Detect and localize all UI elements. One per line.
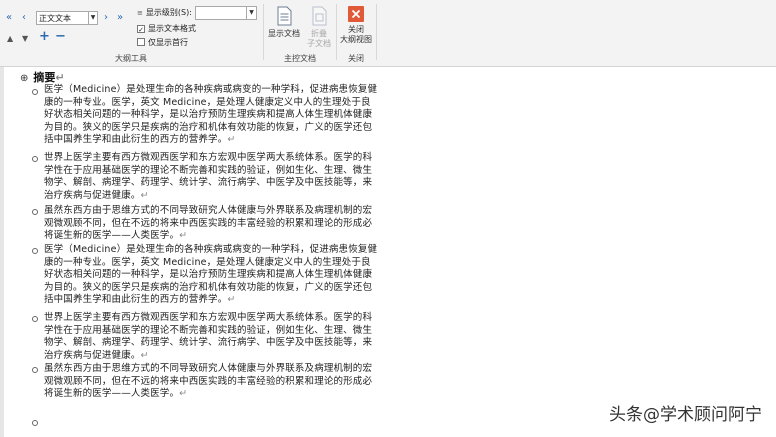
close-outline-view-label-2: 大纲视图 (340, 35, 372, 44)
show-level-icon: ≡ (137, 9, 143, 17)
paragraph-text: 虽然东西方由于思维方式的不同导致研究人体健康与外界联系及病理机制的宏观微观顾不同… (44, 363, 373, 400)
show-text-format-checkbox[interactable]: ✓ (137, 25, 145, 34)
outline-heading[interactable]: ⊕ 摘要↵ (20, 69, 65, 85)
demote-to-body-icon[interactable]: » (117, 13, 123, 23)
show-text-format-label: 显示文本格式 (148, 24, 196, 33)
promote-to-heading1-icon[interactable]: « (6, 13, 12, 23)
group-divider (376, 4, 377, 60)
paragraph-mark-icon: ↵ (140, 349, 149, 361)
empty-paragraph-bullet-icon[interactable] (32, 420, 38, 426)
chevron-down-icon[interactable]: ▼ (88, 11, 98, 25)
show-text-format-option[interactable]: ✓ 显示文本格式 (137, 24, 196, 34)
body-paragraph[interactable]: 医学（Medicine）是处理生命的各种疾病或病变的一种学科，促进病患恢复健康的… (44, 84, 380, 147)
body-paragraph[interactable]: 世界上医学主要有西方微观西医学和东方宏观中医学两大系统体系。医学的科学性在于应用… (44, 152, 380, 202)
show-document-label: 显示文档 (268, 29, 300, 38)
paragraph-mark-icon: ↵ (140, 189, 149, 201)
show-document-icon (277, 6, 292, 26)
show-first-line-label: 仅显示首行 (148, 38, 188, 47)
paragraph-mark-icon: ↵ (179, 230, 188, 242)
chevron-down-icon[interactable]: ▼ (246, 7, 256, 19)
paragraph-bullet-icon[interactable] (32, 248, 38, 254)
outline-tools-group-label: 大纲工具 (115, 54, 147, 63)
demote-icon[interactable]: › (104, 13, 108, 23)
paragraph-bullet-icon[interactable] (32, 367, 38, 373)
master-document-group: 显示文档 折叠 子文档 主控文档 (264, 0, 336, 66)
paragraph-bullet-icon[interactable] (32, 156, 38, 162)
watermark: 头条@学术顾问阿宁 (609, 405, 762, 425)
paragraph-bullet-icon[interactable] (32, 209, 38, 215)
heading-text: 摘要 (33, 71, 56, 84)
expand-heading-icon[interactable]: ⊕ (20, 73, 28, 84)
paragraph-mark-icon: ↵ (227, 134, 236, 146)
close-group-label: 关闭 (348, 54, 364, 63)
outline-level-select[interactable]: 正文文本 (36, 11, 96, 25)
show-level-option: ≡ 显示级别(S): (137, 8, 192, 18)
show-level-label: 显示级别(S): (145, 8, 192, 17)
body-paragraph[interactable]: 虽然东西方由于思维方式的不同导致研究人体健康与外界联系及病理机制的宏观微观顾不同… (44, 205, 380, 243)
close-outline-view-label: 关闭 (348, 25, 364, 34)
paragraph-text: 医学（Medicine）是处理生命的各种疾病或病变的一种学科，促进病患恢复健康的… (44, 244, 378, 306)
collapse-subdocuments-icon (312, 6, 327, 26)
show-first-line-checkbox[interactable] (137, 38, 145, 46)
close-group: 关闭 大纲视图 关闭 (337, 0, 375, 66)
body-paragraph[interactable]: 医学（Medicine）是处理生命的各种疾病或病变的一种学科，促进病患恢复健康的… (44, 244, 380, 307)
show-level-select[interactable]: ▼ (195, 6, 257, 20)
document-area[interactable]: ⊕ 摘要↵ 医学（Medicine）是处理生命的各种疾病或病变的一种学科，促进病患… (0, 67, 776, 437)
close-outline-view-button[interactable]: 关闭 大纲视图 (337, 6, 375, 45)
move-down-icon[interactable]: ▼ (22, 34, 28, 44)
move-up-icon[interactable]: ▲ (7, 34, 13, 44)
expand-icon[interactable]: + (39, 30, 50, 43)
master-document-group-label: 主控文档 (284, 54, 316, 63)
close-icon (348, 6, 364, 22)
outline-tools-group: « ‹ 正文文本 ▼ › » ▲ ▼ + − ≡ 显示级别(S): ▼ ✓ 显示文本… (0, 0, 262, 66)
paragraph-mark-icon: ↵ (55, 71, 65, 84)
page-margin (0, 67, 4, 437)
paragraph-bullet-icon[interactable] (32, 316, 38, 322)
collapse-icon[interactable]: − (55, 30, 66, 43)
paragraph-mark-icon: ↵ (179, 388, 188, 400)
collapse-subdocuments-button[interactable]: 折叠 子文档 (304, 6, 334, 49)
show-document-button[interactable]: 显示文档 (266, 6, 302, 39)
collapse-subdocuments-label: 折叠 (311, 29, 327, 38)
show-first-line-option[interactable]: 仅显示首行 (137, 38, 188, 48)
collapse-subdocuments-label-2: 子文档 (307, 39, 331, 48)
paragraph-text: 医学（Medicine）是处理生命的各种疾病或病变的一种学科，促进病患恢复健康的… (44, 84, 378, 146)
paragraph-text: 世界上医学主要有西方微观西医学和东方宏观中医学两大系统体系。医学的科学性在于应用… (44, 152, 373, 201)
body-paragraph[interactable]: 世界上医学主要有西方微观西医学和东方宏观中医学两大系统体系。医学的科学性在于应用… (44, 312, 380, 362)
paragraph-mark-icon: ↵ (227, 294, 236, 306)
body-paragraph[interactable]: 虽然东西方由于思维方式的不同导致研究人体健康与外界联系及病理机制的宏观微观顾不同… (44, 363, 380, 401)
paragraph-text: 世界上医学主要有西方微观西医学和东方宏观中医学两大系统体系。医学的科学性在于应用… (44, 312, 373, 361)
outline-ribbon: « ‹ 正文文本 ▼ › » ▲ ▼ + − ≡ 显示级别(S): ▼ ✓ 显示文本… (0, 0, 776, 67)
paragraph-text: 虽然东西方由于思维方式的不同导致研究人体健康与外界联系及病理机制的宏观微观顾不同… (44, 205, 373, 242)
paragraph-bullet-icon[interactable] (32, 89, 38, 95)
promote-icon[interactable]: ‹ (22, 13, 26, 23)
